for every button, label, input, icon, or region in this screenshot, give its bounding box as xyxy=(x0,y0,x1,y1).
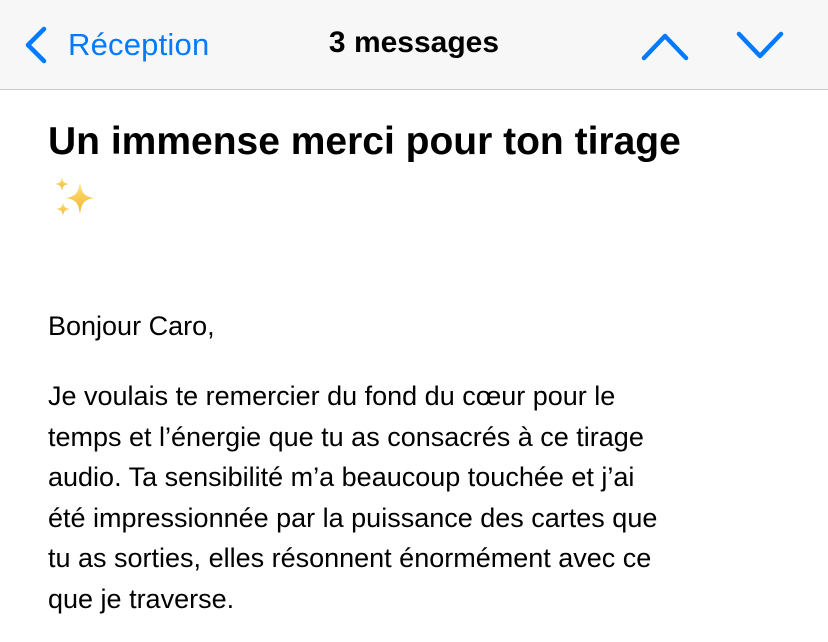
chevron-down-icon xyxy=(736,31,784,59)
body-line: tu as sorties, elles résonnent énormémen… xyxy=(48,543,652,573)
sparkles-icon xyxy=(55,177,94,216)
nav-title-text: 3 messages xyxy=(328,26,500,59)
back-to-inbox-button[interactable]: Réception xyxy=(24,22,209,68)
body-line: été impressionnée par la puissance des c… xyxy=(48,502,658,533)
body-line: Je voulais te remercier du fond du cœur … xyxy=(48,381,616,411)
previous-message-button[interactable] xyxy=(640,26,690,66)
back-button-label: Réception xyxy=(68,27,210,62)
body-line: temps et l’énergie que tu as consacrés à… xyxy=(48,421,644,452)
body-line: audio. Ta sensibilité m’a beaucoup touch… xyxy=(48,462,635,492)
email-subject: Un immense merci pour ton tirage xyxy=(48,120,681,163)
email-greeting: Bonjour Caro, xyxy=(48,311,215,341)
chevron-left-icon xyxy=(25,26,47,64)
navigation-bar: Réception 3 messages xyxy=(0,0,828,90)
next-message-button[interactable] xyxy=(735,26,785,66)
email-body-paragraph: Je voulais te remercier du fond du cœur … xyxy=(48,376,808,619)
chevron-up-icon xyxy=(641,33,689,61)
body-line: que je traverse. xyxy=(48,583,235,614)
